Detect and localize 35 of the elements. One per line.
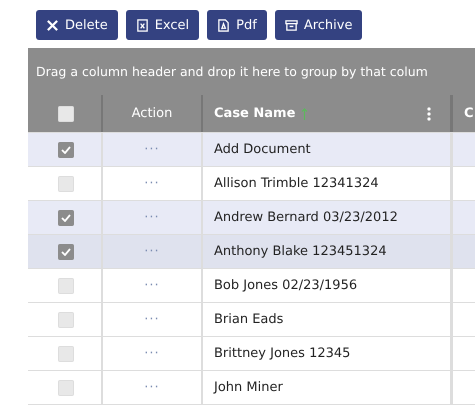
- checkmark-icon: [61, 146, 71, 154]
- table-cell: Brian Eads: [214, 312, 284, 327]
- table-cell: Bob Jones 02/23/1956: [214, 278, 358, 293]
- table-cell: Andrew Bernard 03/23/2012: [214, 210, 398, 225]
- pdf-file-icon: [217, 18, 230, 32]
- group-hint: Drag a column header and drop it here to group by that colum: [36, 64, 428, 79]
- spreadsheet-file-icon: [136, 18, 149, 32]
- checkbox[interactable]: [58, 244, 74, 260]
- row-actions-menu[interactable]: ···: [144, 142, 160, 157]
- toolbar-button[interactable]: Pdf: [207, 10, 267, 40]
- toolbar-button[interactable]: Excel: [126, 10, 200, 40]
- row-actions-menu[interactable]: ···: [144, 312, 160, 327]
- column-menu-icon[interactable]: [427, 106, 431, 120]
- row-actions-menu[interactable]: ···: [144, 278, 160, 293]
- checkmark-icon: [61, 214, 71, 222]
- row-actions-menu[interactable]: ···: [144, 244, 160, 259]
- column-header[interactable]: Action: [132, 106, 172, 121]
- table-cell: Anthony Blake 123451324: [214, 244, 387, 259]
- checkbox[interactable]: [58, 210, 74, 226]
- archive-box-icon: [284, 18, 298, 32]
- row-actions-menu[interactable]: ···: [144, 346, 160, 361]
- close-icon: [46, 18, 59, 32]
- checkbox[interactable]: [58, 142, 74, 158]
- table-cell: Brittney Jones 12345: [214, 346, 350, 361]
- row-actions-menu[interactable]: ···: [144, 210, 160, 225]
- delete-button[interactable]: Delete: [36, 10, 118, 40]
- column-header[interactable]: C: [464, 106, 474, 121]
- toolbar-button[interactable]: Archive: [274, 10, 362, 40]
- table-cell: Add Document: [214, 142, 311, 157]
- column-header[interactable]: Case Name: [214, 106, 296, 121]
- row-actions-menu[interactable]: ···: [144, 380, 160, 395]
- table-cell: John Miner: [214, 380, 283, 395]
- table-cell: Allison Trimble 12341324: [214, 176, 379, 191]
- row-actions-menu[interactable]: ···: [144, 176, 160, 191]
- checkmark-icon: [61, 248, 71, 256]
